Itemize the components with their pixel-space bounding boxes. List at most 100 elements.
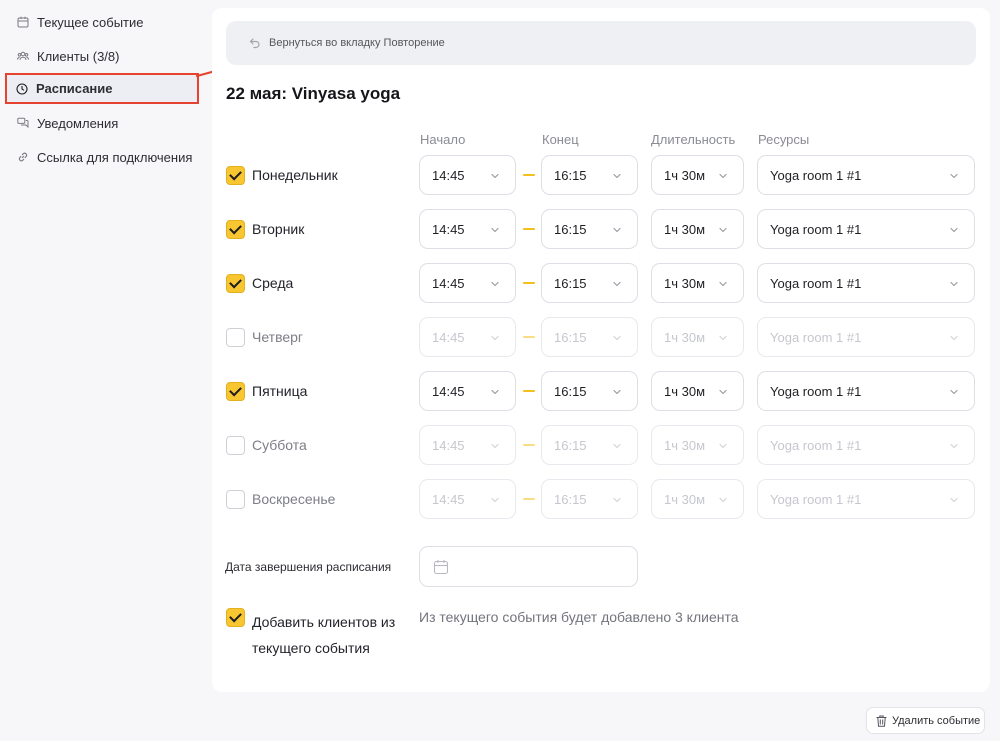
day-label: Вторник	[252, 221, 305, 237]
start-time-select[interactable]: 14:45	[419, 317, 516, 357]
chevron-down-icon	[612, 279, 622, 289]
chevron-down-icon	[949, 279, 959, 289]
back-to-repeat-tab-link[interactable]: Вернуться во вкладку Повторение	[226, 21, 976, 65]
resource-select[interactable]: Yoga room 1 #1	[757, 263, 975, 303]
duration-select[interactable]: 1ч 30м	[651, 263, 744, 303]
day-checkbox[interactable]	[226, 436, 245, 455]
end-time-select[interactable]: 16:15	[541, 425, 638, 465]
resource-select[interactable]: Yoga room 1 #1	[757, 317, 975, 357]
sidebar-item-connection-link[interactable]: Ссылка для подключения	[8, 142, 200, 172]
duration-value: 1ч 30м	[664, 329, 706, 345]
day-checkbox[interactable]	[226, 274, 245, 293]
chevron-down-icon	[490, 225, 500, 235]
start-time-select[interactable]: 14:45	[419, 209, 516, 249]
resource-select[interactable]: Yoga room 1 #1	[757, 209, 975, 249]
clock-icon	[16, 82, 28, 95]
chevron-down-icon	[718, 279, 728, 289]
chevron-down-icon	[612, 387, 622, 397]
chevron-down-icon	[612, 495, 622, 505]
page-title: 22 мая: Vinyasa yoga	[226, 84, 401, 103]
chevron-down-icon	[949, 171, 959, 181]
start-time-value: 14:45	[432, 167, 465, 183]
day-row: Вторник 14:45 16:15 1ч 30м Yoga room 1 #1	[212, 209, 990, 249]
chevron-down-icon	[490, 387, 500, 397]
chevron-down-icon	[718, 495, 728, 505]
start-time-select[interactable]: 14:45	[419, 425, 516, 465]
day-checkbox[interactable]	[226, 220, 245, 239]
resource-value: Yoga room 1 #1	[770, 221, 862, 237]
day-checkbox[interactable]	[226, 166, 245, 185]
time-range-dash	[523, 228, 535, 230]
chevron-down-icon	[949, 225, 959, 235]
duration-value: 1ч 30м	[664, 383, 706, 399]
chevron-down-icon	[490, 333, 500, 343]
sidebar-item-label: Расписание	[36, 81, 113, 96]
delete-event-label: Удалить событие	[892, 714, 981, 727]
duration-value: 1ч 30м	[664, 221, 706, 237]
resource-select[interactable]: Yoga room 1 #1	[757, 371, 975, 411]
resource-value: Yoga room 1 #1	[770, 275, 862, 291]
resource-select[interactable]: Yoga room 1 #1	[757, 155, 975, 195]
end-date-label: Дата завершения расписания	[225, 560, 392, 574]
link-icon	[17, 151, 29, 163]
start-time-select[interactable]: 14:45	[419, 371, 516, 411]
end-date-input[interactable]	[419, 546, 638, 587]
start-time-value: 14:45	[432, 437, 465, 453]
chevron-down-icon	[490, 495, 500, 505]
chevron-down-icon	[718, 171, 728, 181]
time-range-dash	[523, 444, 535, 446]
day-label: Четверг	[252, 329, 304, 345]
delete-event-button[interactable]: Удалить событие	[866, 707, 985, 734]
resource-value: Yoga room 1 #1	[770, 329, 862, 345]
day-label: Понедельник	[252, 167, 338, 183]
time-range-dash	[523, 336, 535, 338]
duration-select[interactable]: 1ч 30м	[651, 479, 744, 519]
day-checkbox[interactable]	[226, 490, 245, 509]
duration-select[interactable]: 1ч 30м	[651, 155, 744, 195]
sidebar-item-clients[interactable]: Клиенты (3/8)	[8, 41, 200, 71]
day-label: Среда	[252, 275, 294, 291]
chevron-down-icon	[490, 171, 500, 181]
sidebar-item-label: Уведомления	[37, 115, 119, 131]
chevron-down-icon	[718, 441, 728, 451]
duration-select[interactable]: 1ч 30м	[651, 317, 744, 357]
schedule-card: Вернуться во вкладку Повторение 22 мая: …	[212, 8, 990, 692]
resource-value: Yoga room 1 #1	[770, 437, 862, 453]
add-clients-checkbox[interactable]	[226, 608, 245, 627]
resource-select[interactable]: Yoga room 1 #1	[757, 425, 975, 465]
end-time-value: 16:15	[554, 437, 587, 453]
day-label: Воскресенье	[252, 491, 336, 507]
end-time-select[interactable]: 16:15	[541, 371, 638, 411]
day-label: Суббота	[252, 437, 307, 453]
duration-select[interactable]: 1ч 30м	[651, 209, 744, 249]
column-header-end: Конец	[542, 132, 579, 147]
end-time-select[interactable]: 16:15	[541, 317, 638, 357]
chevron-down-icon	[612, 333, 622, 343]
column-header-resources: Ресурсы	[758, 132, 810, 147]
resource-select[interactable]: Yoga room 1 #1	[757, 479, 975, 519]
trash-icon	[876, 715, 887, 727]
day-row: Воскресенье 14:45 16:15 1ч 30м Yoga room 1 #…	[212, 479, 990, 519]
end-time-select[interactable]: 16:15	[541, 209, 638, 249]
sidebar-item-schedule[interactable]: Расписание	[5, 73, 199, 104]
end-time-select[interactable]: 16:15	[541, 263, 638, 303]
day-checkbox[interactable]	[226, 382, 245, 401]
duration-select[interactable]: 1ч 30м	[651, 425, 744, 465]
end-time-value: 16:15	[554, 329, 587, 345]
sidebar-item-notifications[interactable]: Уведомления	[8, 108, 200, 138]
end-time-select[interactable]: 16:15	[541, 479, 638, 519]
day-row: Понедельник 14:45 16:15 1ч 30м Yoga room 1 #…	[212, 155, 990, 195]
sidebar-item-label: Клиенты (3/8)	[37, 48, 120, 64]
chevron-down-icon	[718, 225, 728, 235]
add-clients-label: Добавить клиентов из текущего события	[252, 614, 396, 656]
duration-select[interactable]: 1ч 30м	[651, 371, 744, 411]
sidebar-item-current-event[interactable]: Текущее событие	[8, 7, 200, 37]
end-time-select[interactable]: 16:15	[541, 155, 638, 195]
start-time-select[interactable]: 14:45	[419, 479, 516, 519]
resource-value: Yoga room 1 #1	[770, 491, 862, 507]
day-checkbox[interactable]	[226, 328, 245, 347]
start-time-select[interactable]: 14:45	[419, 155, 516, 195]
start-time-select[interactable]: 14:45	[419, 263, 516, 303]
chevron-down-icon	[612, 441, 622, 451]
end-time-value: 16:15	[554, 275, 587, 291]
